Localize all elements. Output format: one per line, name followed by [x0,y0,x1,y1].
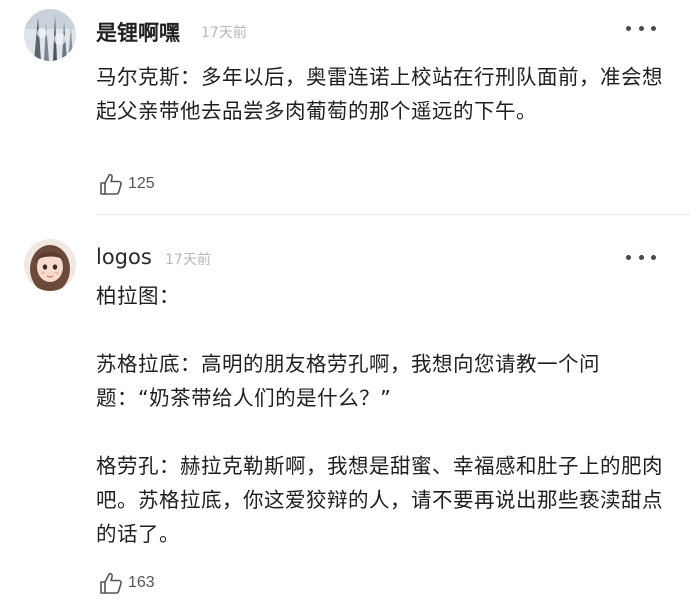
timestamp: 17天前 [165,252,211,268]
more-options-button[interactable] [626,22,656,34]
more-options-button[interactable] [626,251,656,263]
more-dots-icon [626,254,631,260]
avatar[interactable] [24,239,76,291]
like-button[interactable]: 125 [98,171,155,197]
avatar[interactable] [24,9,76,61]
comment-paragraph: 格劳孔：赫拉克勒斯啊，我想是甜蜜、幸福感和肚子上的肥肉吧。苏格拉底，你这爱狡辩的… [96,454,663,546]
like-button[interactable]: 163 [98,570,155,596]
comment-paragraph: 苏格拉底：高明的朋友格劳孔啊，我想向您请教一个问题：“奶茶带给人们的是什么？” [96,352,600,410]
avatar-image [24,9,76,61]
thumbs-up-icon [100,173,122,195]
comment-paragraph: 柏拉图： [96,284,180,308]
comment-item: logos 17天前 柏拉图： 苏格拉底：高明的朋友格劳孔啊，我想向您请教一个问… [0,215,690,612]
timestamp: 17天前 [201,25,247,41]
comment-paragraph: 马尔克斯：多年以后，奥雷连诺上校站在行刑队面前，准会想起父亲带他去品尝多肉葡萄的… [96,65,663,123]
username[interactable]: logos [96,245,152,269]
more-dots-icon [626,25,631,31]
comment-body: 马尔克斯：多年以后，奥雷连诺上校站在行刑队面前，准会想起父亲带他去品尝多肉葡萄的… [96,60,671,128]
username[interactable]: 是锂啊嘿 [96,17,180,47]
like-count: 163 [128,574,155,591]
comment-body: 柏拉图： 苏格拉底：高明的朋友格劳孔啊，我想向您请教一个问题：“奶茶带给人们的是… [96,279,671,551]
comment-item: 是锂啊嘿 17天前 马尔克斯：多年以后，奥雷连诺上校站在行刑队面前，准会想起父亲… [0,0,690,215]
avatar-image [24,239,76,291]
like-count: 125 [128,175,155,192]
thumbs-up-icon [100,572,122,594]
